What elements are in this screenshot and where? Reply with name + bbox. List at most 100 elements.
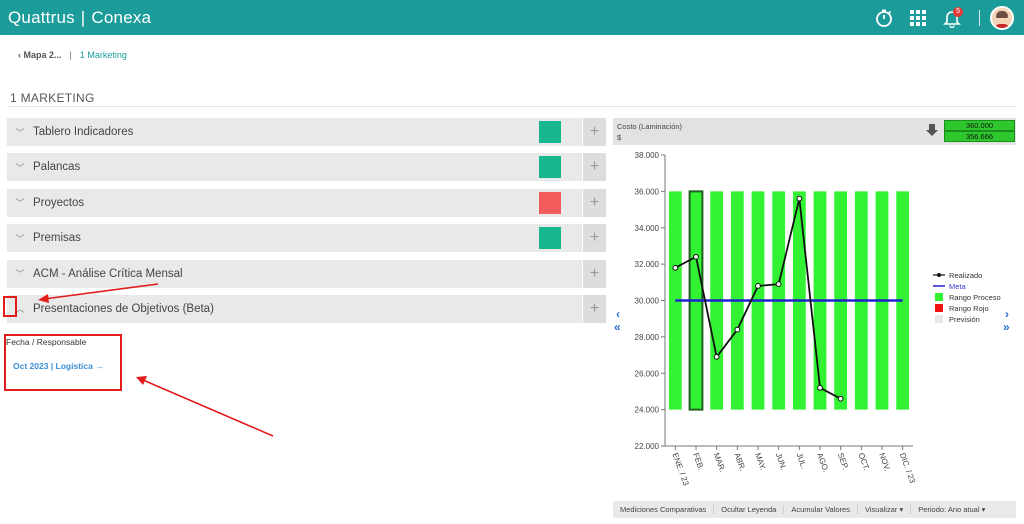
accordion-label: Tablero Indicadores bbox=[33, 126, 134, 138]
x-tick-label: OCT. bbox=[856, 452, 871, 472]
brand-separator: | bbox=[80, 7, 86, 27]
realizado-point bbox=[796, 195, 803, 202]
brand-left: Quattrus bbox=[8, 7, 75, 27]
legend-swatch bbox=[937, 273, 941, 277]
y-tick-label: 26.000 bbox=[635, 369, 660, 378]
x-tick-label: FEB. bbox=[691, 452, 706, 472]
stopwatch-icon[interactable] bbox=[867, 0, 901, 35]
double-chevron-left-icon[interactable]: « bbox=[614, 320, 621, 334]
x-tick-label: DIC. / 23 bbox=[898, 452, 917, 485]
x-tick-label: ENE. / 23 bbox=[670, 452, 690, 488]
accordion-proyectos[interactable]: ﹀ Proyectos + bbox=[7, 188, 606, 217]
accordion: ﹀ Tablero Indicadores + ﹀ Palancas + ﹀ P… bbox=[7, 118, 606, 330]
chart-header: Costo (Laminación) $ 360.000 356.666 bbox=[613, 118, 1016, 145]
chevron-down-icon[interactable]: ﹀ bbox=[9, 126, 31, 139]
accordion-acm[interactable]: ﹀ ACM - Análise Crítica Mensal + bbox=[7, 259, 606, 288]
view-dropdown[interactable]: Visualizar ▾ bbox=[858, 505, 912, 514]
brand-right: Conexa bbox=[91, 7, 152, 27]
realizado-point bbox=[817, 384, 823, 391]
page-title: 1 MARKETING bbox=[10, 91, 95, 105]
chevron-down-icon[interactable]: ﹀ bbox=[9, 267, 31, 280]
y-tick-label: 38.000 bbox=[635, 151, 660, 160]
accordion-label: Palancas bbox=[33, 161, 81, 174]
realizado-point bbox=[713, 353, 720, 360]
hide-legend-button[interactable]: Ocultar Leyenda bbox=[714, 505, 785, 514]
breadcrumb-separator: | bbox=[69, 50, 72, 60]
add-button[interactable]: + bbox=[582, 188, 606, 217]
add-button[interactable]: + bbox=[582, 294, 606, 323]
accordion-tablero-indicadores[interactable]: ﹀ Tablero Indicadores + bbox=[7, 118, 606, 146]
accumulate-values-button[interactable]: Acumular Valores bbox=[784, 505, 858, 514]
x-tick-label: AGO. bbox=[815, 452, 830, 474]
notification-badge: 5 bbox=[953, 7, 963, 17]
accordion-label: Proyectos bbox=[33, 196, 85, 209]
legend-label: Rango Proceso bbox=[949, 293, 1001, 302]
status-indicator bbox=[539, 191, 561, 214]
title-divider bbox=[8, 106, 1016, 107]
kpi-value-bottom: 356.666 bbox=[944, 131, 1015, 142]
comparative-measures-button[interactable]: Mediciones Comparativas bbox=[613, 505, 715, 514]
y-tick-label: 28.000 bbox=[635, 333, 660, 342]
x-tick-label: NOV. bbox=[877, 452, 892, 473]
chart-area: 22.000 24.000 26.000 28.000 30.000 32.000 34.0… bbox=[613, 145, 1016, 500]
add-button[interactable]: + bbox=[582, 224, 606, 253]
y-tick-label: 30.000 bbox=[635, 297, 660, 306]
chart-svg: 22.000 24.000 26.000 28.000 30.000 32.000 34.0… bbox=[635, 151, 1001, 488]
accordion-label: Presentaciones de Objetivos (Beta) bbox=[33, 302, 214, 315]
annotation-arrowhead bbox=[136, 376, 147, 385]
y-tick-label: 22.000 bbox=[635, 442, 660, 451]
realizado-point bbox=[775, 281, 782, 288]
legend-swatch bbox=[935, 304, 943, 312]
accordion-label: ACM - Análise Crítica Mensal bbox=[33, 267, 183, 280]
period-dropdown[interactable]: Periodo: Ano atual ▾ bbox=[911, 505, 992, 514]
realizado-point bbox=[734, 326, 741, 333]
app-root: { "app": { "brand_left": "Quattrus", "br… bbox=[0, 0, 1024, 524]
top-icons: 5 bbox=[867, 0, 1014, 35]
chevron-right-icon[interactable]: › bbox=[1005, 307, 1009, 321]
breadcrumb-current[interactable]: 1 Marketing bbox=[80, 50, 127, 60]
objective-link[interactable]: Oct 2023 | Logística → bbox=[13, 361, 104, 371]
add-button[interactable]: + bbox=[582, 259, 606, 288]
annotation-highlight-box bbox=[3, 296, 17, 317]
accordion-palancas[interactable]: ﹀ Palancas + bbox=[7, 153, 606, 182]
y-tick-label: 36.000 bbox=[635, 187, 660, 196]
y-tick-label: 24.000 bbox=[635, 406, 660, 415]
legend-swatch bbox=[935, 293, 943, 301]
accordion-label: Premisas bbox=[33, 232, 81, 245]
annotation-arrow bbox=[142, 379, 274, 437]
x-tick-label: SEP. bbox=[836, 452, 850, 471]
legend-label: Rango Rojo bbox=[949, 304, 989, 313]
indicator-title: Costo (Laminación) bbox=[617, 122, 683, 131]
chevron-down-icon[interactable]: ﹀ bbox=[9, 161, 31, 174]
chevron-left-icon[interactable]: ‹ bbox=[616, 307, 620, 321]
legend-label: Meta bbox=[949, 282, 967, 291]
x-tick-label: JUN. bbox=[774, 452, 789, 472]
x-tick-label: MAR. bbox=[712, 452, 727, 474]
accordion-premisas[interactable]: ﹀ Premisas + bbox=[7, 224, 606, 253]
realizado-point bbox=[837, 395, 844, 402]
kpi-value-top: 360.000 bbox=[944, 120, 1015, 131]
add-button[interactable]: + bbox=[582, 153, 606, 182]
brand-logo[interactable]: Quattrus | Conexa bbox=[8, 8, 151, 28]
realizado-point bbox=[693, 253, 699, 260]
bell-icon[interactable]: 5 bbox=[935, 0, 969, 35]
status-indicator bbox=[539, 156, 561, 179]
x-tick-label: MAY. bbox=[753, 452, 768, 472]
chevron-down-icon[interactable]: ﹀ bbox=[9, 232, 31, 245]
add-button[interactable]: + bbox=[582, 118, 606, 146]
status-indicator bbox=[539, 227, 561, 250]
x-tick-label: JUL. bbox=[794, 452, 808, 471]
breadcrumb-back-link[interactable]: ‹ Mapa 2... bbox=[18, 50, 62, 60]
status-indicator bbox=[539, 121, 561, 143]
double-chevron-right-icon[interactable]: » bbox=[1003, 320, 1010, 334]
legend-label: Realizado bbox=[949, 271, 982, 280]
accordion-presentaciones[interactable]: ︿ Presentaciones de Objetivos (Beta) + bbox=[7, 294, 606, 323]
chart-toolbar: Mediciones Comparativas Ocultar Leyenda … bbox=[613, 501, 1016, 518]
apps-grid-icon[interactable] bbox=[901, 0, 935, 35]
user-avatar[interactable] bbox=[990, 5, 1014, 30]
chevron-down-icon[interactable]: ﹀ bbox=[9, 196, 31, 209]
y-tick-label: 34.000 bbox=[635, 224, 660, 233]
x-tick-label: ABR. bbox=[732, 452, 747, 473]
indicator-unit: $ bbox=[617, 133, 622, 142]
realizado-point bbox=[755, 283, 761, 289]
